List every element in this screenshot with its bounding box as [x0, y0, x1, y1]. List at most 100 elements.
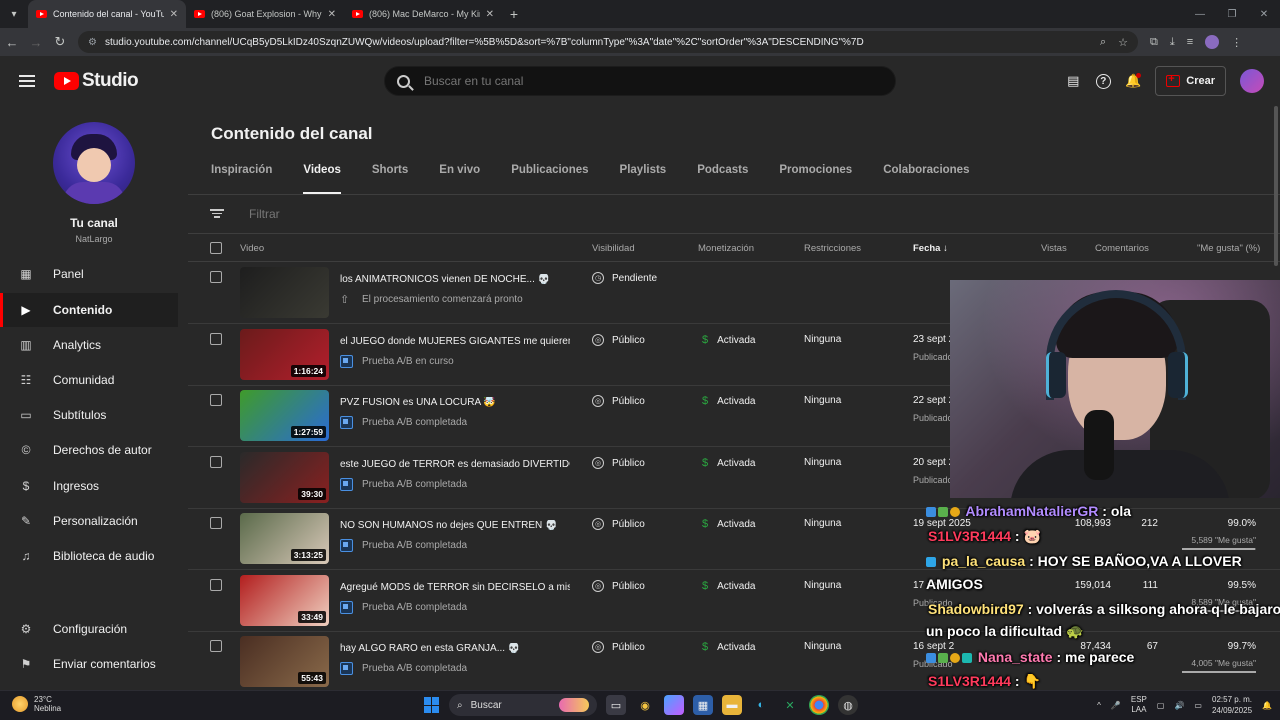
visibility-cell[interactable]: ◎ Público	[592, 518, 645, 530]
media-control-icon[interactable]: ≡	[1187, 36, 1193, 48]
battery-icon[interactable]: ▭	[1194, 701, 1202, 710]
start-button-icon[interactable]	[424, 697, 440, 713]
filter-input[interactable]: Filtrar	[249, 207, 280, 221]
feedback-icon[interactable]: ▤	[1065, 73, 1081, 89]
video-title[interactable]: PVZ FUSION es UNA LOCURA 🤯	[340, 397, 570, 408]
reload-icon[interactable]: ↻	[48, 34, 72, 50]
language-indicator[interactable]: ESP LAA	[1131, 695, 1147, 715]
account-avatar[interactable]	[1240, 69, 1264, 93]
chrome-icon[interactable]	[809, 695, 829, 715]
monetization-cell[interactable]: $ Activada	[702, 395, 755, 407]
maximize-icon[interactable]: ❐	[1216, 0, 1248, 28]
weather-widget[interactable]: 23°C Neblina	[12, 695, 61, 713]
browser-tab-1[interactable]: Contenido del canal - YouTube ✕	[28, 0, 186, 28]
video-thumbnail[interactable]: 1:27:59	[240, 390, 329, 441]
page-scrollbar[interactable]	[1274, 106, 1278, 266]
edge-icon[interactable]: ◐	[751, 695, 771, 715]
browser-profile-avatar[interactable]	[1205, 35, 1220, 49]
browser-menu-icon[interactable]: ⋮	[1231, 36, 1242, 49]
extensions-icon[interactable]: ⧉	[1150, 36, 1158, 49]
store-icon[interactable]: ▦	[693, 695, 713, 715]
video-title[interactable]: Agregué MODS de TERROR sin DECIRSELO a m…	[340, 582, 570, 593]
sidebar-item-settings[interactable]: ⚙ Configuración	[0, 612, 178, 646]
visibility-cell[interactable]: ◎ Público	[592, 334, 645, 346]
new-tab-button[interactable]: +	[502, 6, 526, 22]
bookmark-star-icon[interactable]: ☆	[1118, 36, 1128, 49]
sidebar-item-earn[interactable]: $ Ingresos	[0, 469, 178, 503]
file-explorer-icon[interactable]: ▬	[722, 695, 742, 715]
browser-tab-2[interactable]: (806) Goat Explosion - Why Do ✕	[186, 0, 344, 28]
video-title[interactable]: este JUEGO de TERROR es demasiado DIVERT…	[340, 459, 570, 470]
video-thumbnail[interactable]	[240, 267, 329, 318]
tab-playlists[interactable]: Playlists	[620, 164, 667, 194]
tab-promociones[interactable]: Promociones	[779, 164, 852, 194]
clock[interactable]: 02:57 p. m. 24/09/2025	[1212, 694, 1252, 716]
video-thumbnail[interactable]: 39:30	[240, 452, 329, 503]
tab-inspiracion[interactable]: Inspiración	[211, 164, 272, 194]
video-thumbnail[interactable]: 3:13:25	[240, 513, 329, 564]
channel-search-box[interactable]	[384, 66, 896, 96]
studio-logo[interactable]: Studio	[54, 70, 139, 92]
video-title[interactable]: hay ALGO RARO en esta GRANJA... 💀	[340, 643, 570, 654]
sidebar-item-community[interactable]: ☷ Comunidad	[0, 363, 178, 397]
close-tab-icon[interactable]: ✕	[170, 9, 178, 20]
help-button[interactable]: ?	[1095, 73, 1111, 89]
sidebar-item-analytics[interactable]: ▥ Analytics	[0, 328, 178, 362]
create-button[interactable]: Crear	[1155, 66, 1226, 96]
filter-icon[interactable]	[210, 209, 224, 218]
network-icon[interactable]: ▢	[1157, 701, 1165, 710]
notifications-bell-icon[interactable]: 🔔	[1125, 73, 1141, 89]
tab-publicaciones[interactable]: Publicaciones	[511, 164, 588, 194]
monetization-cell[interactable]: $ Activada	[702, 457, 755, 469]
video-thumbnail[interactable]: 33:49	[240, 575, 329, 626]
row-checkbox[interactable]	[210, 394, 222, 406]
row-checkbox[interactable]	[210, 517, 222, 529]
omnibox[interactable]: ⚙ studio.youtube.com/channel/UCqB5yD5LkI…	[78, 31, 1138, 53]
visibility-cell[interactable]: ◎ Público	[592, 457, 645, 469]
obs-icon[interactable]: ◍	[838, 695, 858, 715]
hamburger-menu-icon[interactable]	[0, 75, 54, 87]
row-checkbox[interactable]	[210, 579, 222, 591]
row-checkbox[interactable]	[210, 640, 222, 652]
tab-podcasts[interactable]: Podcasts	[697, 164, 748, 194]
sidebar-item-audio-library[interactable]: ♫ Biblioteca de audio	[0, 539, 178, 573]
url-text[interactable]: studio.youtube.com/channel/UCqB5yD5LkIDz…	[105, 37, 1100, 48]
monetization-cell[interactable]: $ Activada	[702, 641, 755, 653]
app-icon[interactable]: ◉	[635, 695, 655, 715]
microphone-icon[interactable]: 🎤	[1111, 701, 1121, 710]
video-thumbnail[interactable]: 55:43	[240, 636, 329, 687]
select-all-checkbox[interactable]	[210, 242, 222, 254]
tab-colaboraciones[interactable]: Colaboraciones	[883, 164, 969, 194]
tray-overflow-icon[interactable]: ^	[1097, 701, 1101, 710]
monetization-cell[interactable]: $ Activada	[702, 518, 755, 530]
visibility-cell[interactable]: ◎ Público	[592, 580, 645, 592]
taskbar-search[interactable]: ⌕ Buscar	[449, 694, 597, 716]
excel-icon[interactable]: ✕	[780, 695, 800, 715]
tab-shorts[interactable]: Shorts	[372, 164, 408, 194]
video-thumbnail[interactable]: 1:16:24	[240, 329, 329, 380]
tab-videos[interactable]: Videos	[303, 164, 341, 194]
visibility-cell[interactable]: ◎ Público	[592, 395, 645, 407]
close-tab-icon[interactable]: ✕	[328, 9, 336, 20]
browser-tab-3[interactable]: (806) Mac DeMarco - My Kind ✕	[344, 0, 502, 28]
sidebar-item-panel[interactable]: ▦ Panel	[0, 257, 178, 291]
site-info-icon[interactable]: ⚙	[88, 37, 97, 48]
forward-icon[interactable]: →	[24, 35, 48, 50]
row-checkbox[interactable]	[210, 271, 222, 283]
zoom-icon[interactable]: ⌕	[1100, 36, 1106, 49]
task-view-icon[interactable]: ▭	[606, 695, 626, 715]
search-icon[interactable]	[397, 74, 410, 88]
sidebar-item-subtitles[interactable]: ▭ Subtítulos	[0, 398, 178, 432]
channel-avatar[interactable]	[53, 122, 135, 204]
tab-en-vivo[interactable]: En vivo	[439, 164, 480, 194]
close-tab-icon[interactable]: ✕	[486, 9, 494, 20]
download-icon[interactable]: ⤓	[1170, 36, 1175, 49]
back-icon[interactable]: ←	[0, 35, 24, 50]
minimize-icon[interactable]: —	[1184, 0, 1216, 28]
copilot-icon[interactable]	[664, 695, 684, 715]
sidebar-item-feedback[interactable]: ⚑ Enviar comentarios	[0, 647, 178, 681]
sidebar-item-content[interactable]: ▶ Contenido	[0, 293, 178, 327]
volume-icon[interactable]: 🔊	[1174, 701, 1184, 710]
row-checkbox[interactable]	[210, 456, 222, 468]
sidebar-item-customization[interactable]: ✎ Personalización	[0, 504, 178, 538]
